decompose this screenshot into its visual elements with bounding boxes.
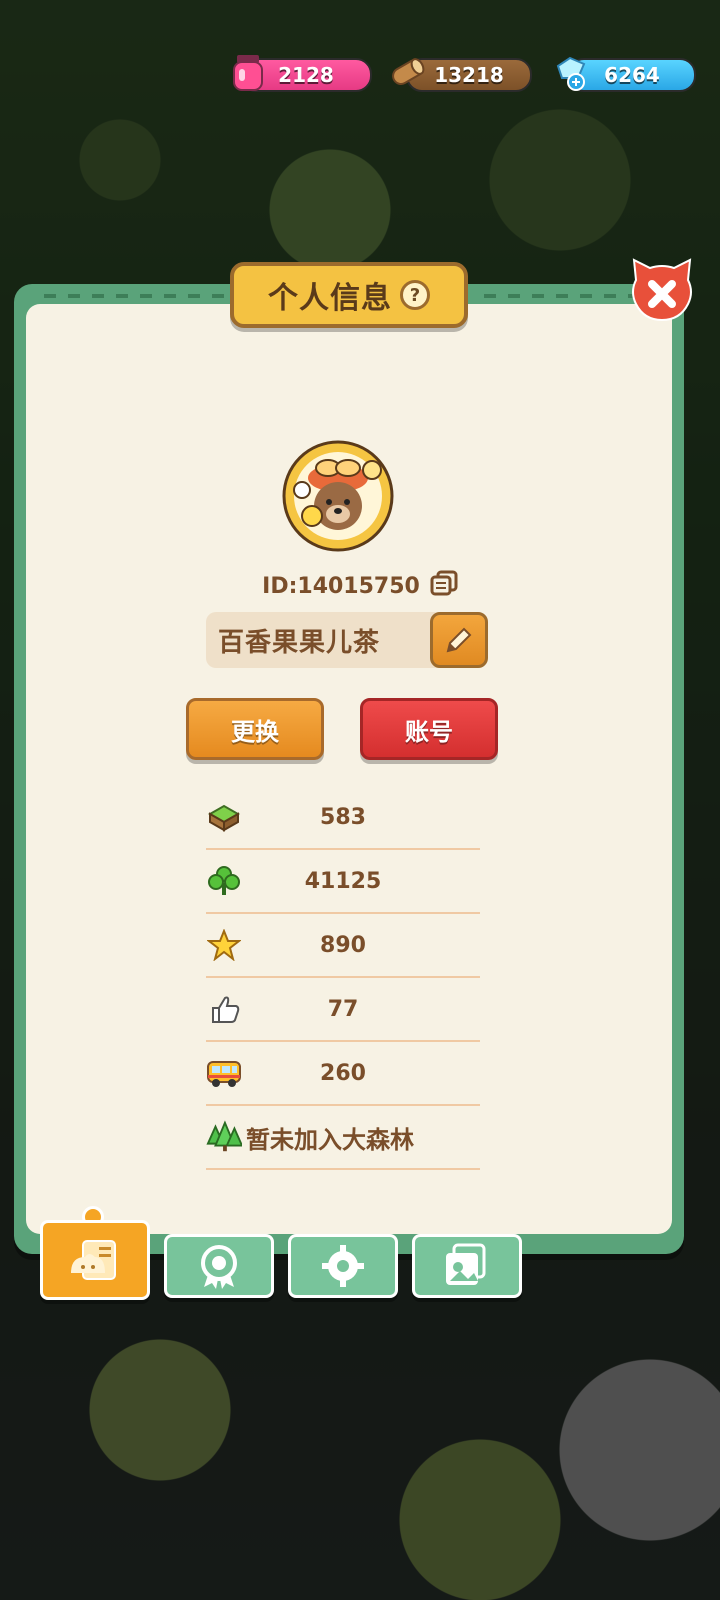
stat-row-forest: 暂未加入大森林 xyxy=(206,1106,480,1170)
forest-icon xyxy=(206,1120,242,1154)
stat-row-clover: 41125 xyxy=(206,850,480,914)
stat-value: 583 xyxy=(320,804,366,830)
bus-icon xyxy=(206,1056,242,1090)
player-id-row: ID:14015750 xyxy=(0,570,720,602)
jam-jar-icon xyxy=(228,52,268,92)
stat-value: 77 xyxy=(327,996,359,1022)
panel-dashes-right xyxy=(484,294,634,298)
badge-icon xyxy=(201,1245,237,1289)
pencil-icon xyxy=(446,627,472,653)
stat-row-star: 890 xyxy=(206,914,480,978)
stat-row-bus: 260 xyxy=(206,1042,480,1106)
stat-value: 260 xyxy=(320,1060,366,1086)
edit-name-button[interactable] xyxy=(430,612,488,668)
change-button[interactable]: 更换 xyxy=(186,698,324,760)
thumbs-up-icon xyxy=(206,992,242,1026)
jam-resource[interactable]: 2128 xyxy=(232,55,372,92)
wood-log-icon xyxy=(388,52,428,92)
forest-status: 暂未加入大森林 xyxy=(246,1125,414,1154)
avatar[interactable] xyxy=(282,440,394,552)
star-icon xyxy=(206,928,242,962)
help-icon[interactable]: ? xyxy=(400,280,430,310)
panel-title: 个人信息 xyxy=(268,281,392,316)
clover-icon xyxy=(206,864,242,898)
tab-settings[interactable] xyxy=(288,1234,398,1298)
gem-resource[interactable]: 6264 xyxy=(556,56,696,92)
tab-album[interactable] xyxy=(412,1234,522,1298)
close-button[interactable] xyxy=(626,254,698,326)
profile-card-icon xyxy=(71,1240,116,1280)
player-name: 百香果果儿茶 xyxy=(218,627,381,658)
copy-icon[interactable] xyxy=(430,570,458,602)
tab-profile[interactable] xyxy=(40,1220,150,1300)
account-button[interactable]: 账号 xyxy=(360,698,498,760)
close-icon xyxy=(632,258,692,322)
photo-album-icon xyxy=(446,1243,486,1285)
stat-row-grass: 583 xyxy=(206,786,480,850)
gear-icon xyxy=(322,1245,364,1287)
tab-badge[interactable] xyxy=(164,1234,274,1298)
panel-title-plate: 个人信息 ? xyxy=(230,262,468,328)
gem-plus-icon[interactable] xyxy=(552,52,592,92)
stats-list: 583 41125 890 77 260 暂未加入大森林 xyxy=(206,786,480,1170)
player-id: ID:14015750 xyxy=(262,573,420,599)
stat-row-likes: 77 xyxy=(206,978,480,1042)
grass-block-icon xyxy=(206,800,242,834)
stat-value: 41125 xyxy=(304,868,382,894)
panel-dashes-left xyxy=(44,294,234,298)
wood-resource[interactable]: 13218 xyxy=(392,58,532,92)
stat-value: 890 xyxy=(320,932,366,958)
